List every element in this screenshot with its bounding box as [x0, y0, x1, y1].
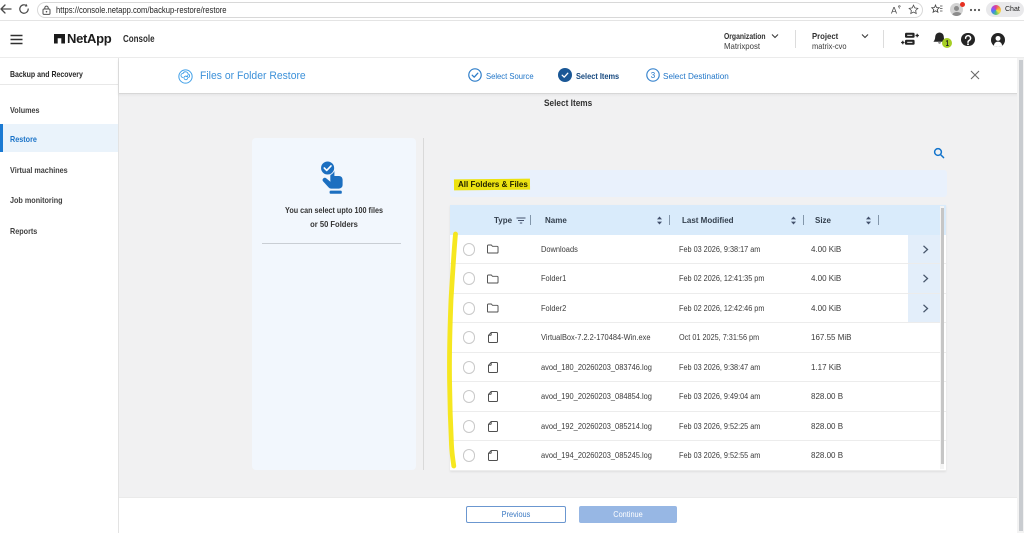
svg-text:3: 3 [651, 71, 656, 80]
svg-text:A: A [891, 6, 897, 16]
